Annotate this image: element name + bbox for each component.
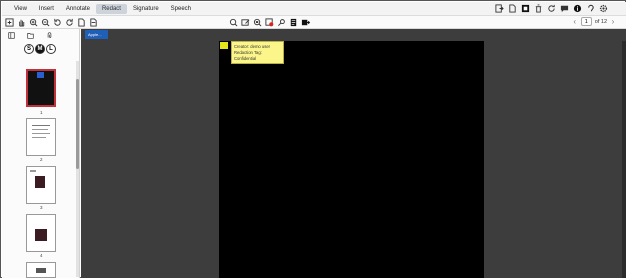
thumbnail-sidebar: S M L 1 2 3 4 — [2, 29, 80, 278]
hand-icon[interactable] — [17, 18, 26, 27]
trash-icon[interactable] — [534, 4, 543, 13]
next-page-icon[interactable]: › — [610, 17, 616, 26]
tab-speech[interactable]: Speech — [165, 4, 197, 14]
pin-icon[interactable] — [277, 18, 286, 27]
ear-icon[interactable] — [586, 4, 595, 13]
thumbnail-marker-icon — [37, 72, 44, 78]
tab-view[interactable]: View — [8, 4, 33, 14]
settings-icon[interactable] — [599, 4, 608, 13]
note-redaction-tag: Redaction Tag: Confidential — [234, 50, 262, 61]
document-icon[interactable] — [289, 18, 298, 27]
redact-area-icon[interactable] — [241, 18, 250, 27]
view-tools — [5, 18, 98, 27]
page-navigation: ‹ of 12 › — [572, 17, 616, 26]
refresh-icon[interactable] — [547, 4, 556, 13]
info-icon[interactable] — [573, 4, 582, 13]
redact-search-icon[interactable] — [253, 18, 262, 27]
fit-page-icon[interactable] — [5, 18, 14, 27]
toolbar: ‹ of 12 › — [2, 16, 626, 29]
stamp-icon[interactable] — [521, 4, 530, 13]
page-total-label: of 12 — [594, 18, 607, 25]
rotate-left-icon[interactable] — [53, 18, 62, 27]
document-page[interactable] — [219, 41, 484, 278]
document-viewer: Apple... Creator: demo user Redaction Ta… — [81, 29, 626, 278]
document-tab[interactable]: Apple... — [85, 30, 108, 39]
previous-page-icon[interactable]: ‹ — [572, 17, 578, 26]
page-thumbnail-2[interactable] — [26, 118, 56, 156]
chat-icon[interactable] — [560, 4, 569, 13]
apply-redaction-icon[interactable] — [301, 18, 310, 27]
document-scrollbar[interactable] — [622, 41, 626, 278]
tab-insert[interactable]: Insert — [33, 4, 60, 14]
page-thumbnail-4[interactable] — [26, 214, 56, 252]
zoom-out-icon[interactable] — [41, 18, 50, 27]
size-medium-button[interactable]: M — [35, 44, 45, 54]
rotate-right-icon[interactable] — [65, 18, 74, 27]
tab-signature[interactable]: Signature — [127, 4, 165, 14]
thumbnails-icon[interactable] — [8, 32, 17, 41]
menu-tabs: View Insert Annotate Redact Signature Sp… — [8, 4, 197, 14]
sidebar-tabs — [8, 32, 55, 41]
split-page-icon[interactable] — [89, 18, 98, 27]
redaction-annotation-marker[interactable] — [220, 42, 228, 49]
thumbnail-number: 3 — [40, 205, 43, 210]
thumbnail-size-options: S M L — [24, 44, 56, 54]
zoom-in-icon[interactable] — [29, 18, 38, 27]
sidebar-scroll-thumb[interactable] — [76, 79, 79, 169]
menu-icon-group — [495, 4, 608, 13]
file-icon[interactable] — [508, 4, 517, 13]
thumbnail-number: 1 — [40, 110, 43, 115]
size-small-button[interactable]: S — [24, 44, 34, 54]
remove-redaction-icon[interactable] — [265, 18, 274, 27]
exit-icon[interactable] — [495, 4, 504, 13]
page-thumbnail-3[interactable] — [26, 166, 56, 204]
single-page-icon[interactable] — [77, 18, 86, 27]
tab-redact[interactable]: Redact — [95, 4, 127, 14]
search-icon[interactable] — [229, 18, 238, 27]
folder-icon[interactable] — [27, 32, 36, 41]
attachments-icon[interactable] — [46, 32, 55, 41]
redaction-note-popup[interactable]: Creator: demo user Redaction Tag: Confid… — [231, 41, 284, 64]
tab-annotate[interactable]: Annotate — [60, 4, 96, 14]
sidebar-scrollbar[interactable] — [76, 61, 79, 277]
thumbnail-number: 2 — [40, 157, 43, 162]
menu-bar: View Insert Annotate Redact Signature Sp… — [2, 2, 626, 16]
redact-tools — [229, 18, 310, 27]
page-thumbnail-1[interactable] — [26, 69, 56, 107]
page-number-input[interactable] — [580, 17, 592, 26]
size-large-button[interactable]: L — [46, 44, 56, 54]
thumbnail-number: 4 — [40, 253, 43, 258]
page-thumbnail-5[interactable] — [26, 262, 56, 278]
